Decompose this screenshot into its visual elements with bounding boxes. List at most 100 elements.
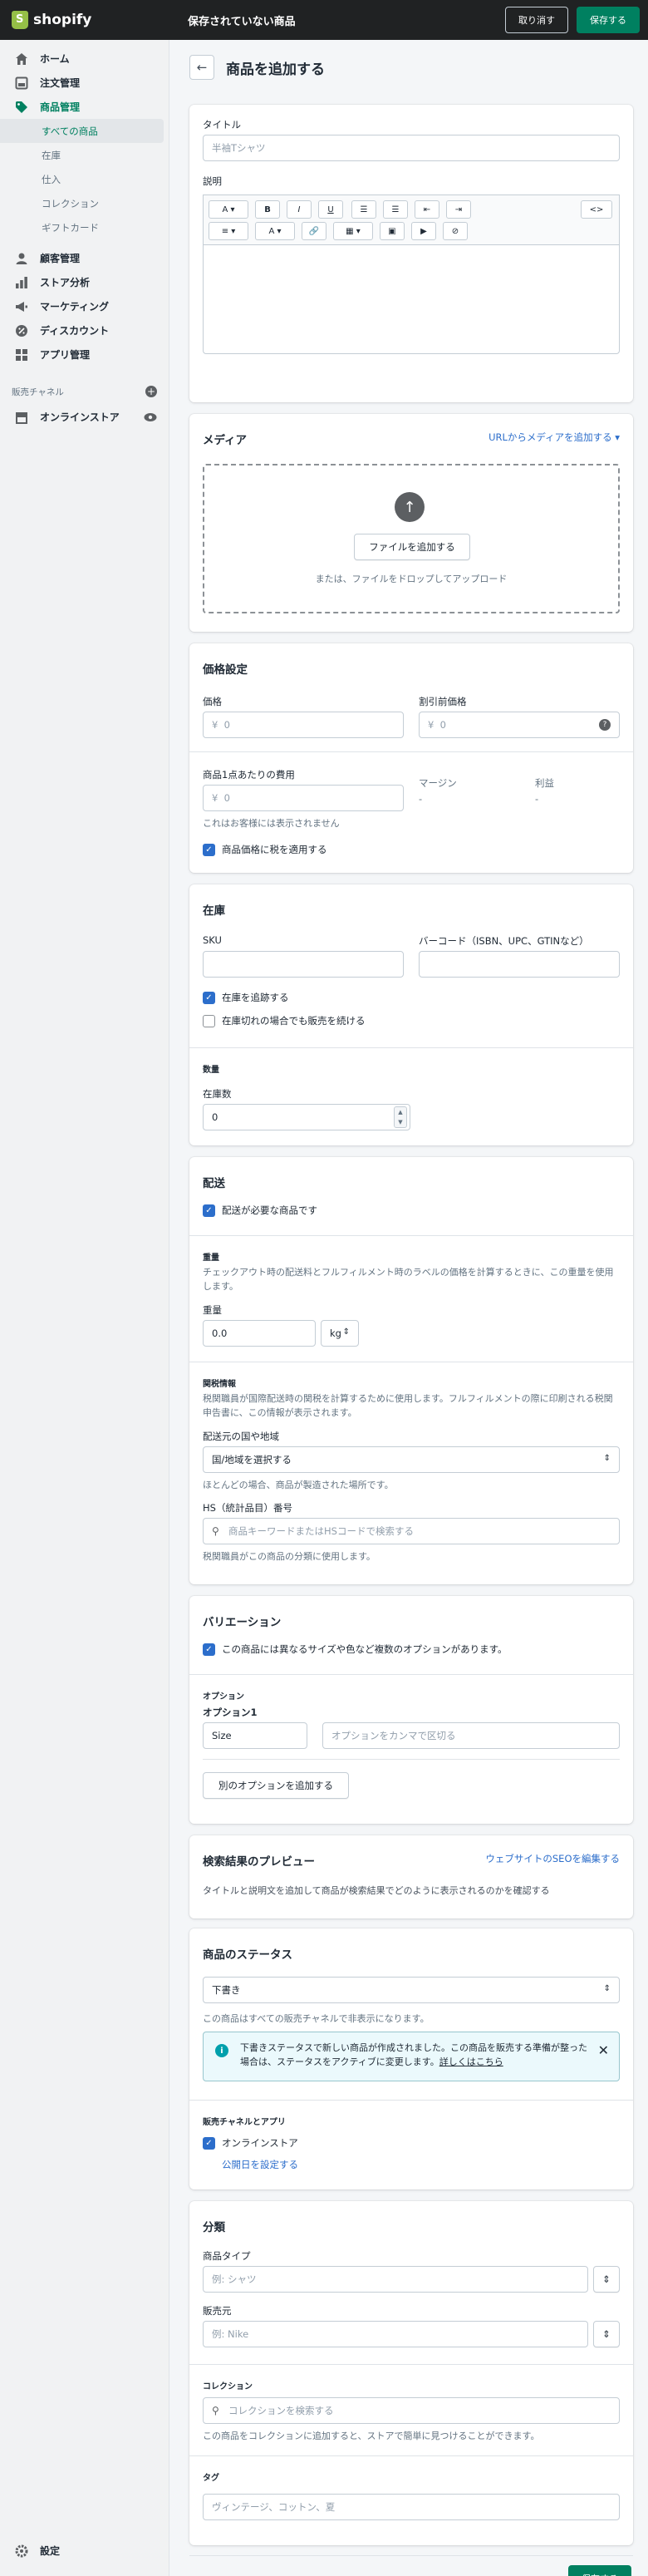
physical-product-checkbox[interactable]: ✓ 配送が必要な商品です: [203, 1204, 317, 1217]
weight-input[interactable]: 0.0: [203, 1320, 316, 1347]
store-icon: [16, 411, 27, 424]
status-select[interactable]: 下書き ⇕: [203, 1977, 620, 2003]
sidebar-item-settings[interactable]: 設定: [0, 2544, 60, 2558]
status-help: この商品はすべての販売チャネルで非表示になります。: [203, 2013, 430, 2024]
continue-selling-checkbox[interactable]: 在庫切れの場合でも販売を続ける: [203, 1014, 366, 1027]
title-card: タイトル 半袖Tシャツ 説明 A ▾ B I U ☰ ☰ ⇤ ⇥ <> ≡ ▾ …: [189, 105, 633, 402]
barcode-input[interactable]: [419, 951, 620, 978]
sidebar-sub-transfers[interactable]: 仕入: [0, 167, 169, 191]
add-media-url-link[interactable]: URLからメディアを追加する ▾: [488, 431, 620, 444]
sidebar-sub-gift-cards[interactable]: ギフトカード: [0, 215, 169, 239]
hs-label: HS（統計品目）番号: [203, 1502, 292, 1514]
clear-format-button[interactable]: ⊘: [443, 222, 468, 240]
sidebar-item-home[interactable]: ホーム: [0, 47, 169, 71]
sidebar-sub-collections[interactable]: コレクション: [0, 191, 169, 215]
title-input[interactable]: 半袖Tシャツ: [203, 135, 620, 161]
eye-icon[interactable]: [144, 412, 157, 422]
hs-search-input[interactable]: ⚲ 商品キーワードまたはHSコードで検索する: [203, 1518, 620, 1544]
text-color-dropdown[interactable]: A ▾: [255, 222, 295, 240]
option1-name-input[interactable]: Size: [203, 1722, 307, 1749]
sidebar-item-marketing[interactable]: マーケティング: [0, 294, 169, 318]
org-divider-2: [189, 2455, 633, 2456]
video-button[interactable]: ▶: [411, 222, 436, 240]
track-quantity-checkbox[interactable]: ✓ 在庫を追跡する: [203, 991, 289, 1004]
indent-button[interactable]: ⇥: [446, 200, 471, 219]
profit-label: 利益: [535, 777, 554, 789]
tags-input[interactable]: ヴィンテージ、コットン、夏: [203, 2494, 620, 2520]
collections-heading: コレクション: [203, 2382, 253, 2391]
back-button[interactable]: ←: [189, 55, 214, 80]
inventory-card: 在庫 SKU バーコード（ISBN、UPC、GTINなど） ✓ 在庫を追跡する 在…: [189, 884, 633, 1145]
sidebar-sub-inventory[interactable]: 在庫: [0, 143, 169, 167]
learn-more-link[interactable]: 詳しくはこちら: [439, 2056, 503, 2067]
save-button-top[interactable]: 保存する: [577, 7, 640, 33]
product-type-select[interactable]: ⇕: [593, 2266, 620, 2293]
add-option-button[interactable]: 別のオプションを追加する: [203, 1772, 349, 1799]
weight-unit-select[interactable]: kg ⇕: [321, 1320, 359, 1347]
multiple-options-checkbox[interactable]: ✓ この商品には異なるサイズや色など複数のオプションがあります。: [203, 1643, 508, 1656]
save-button-bottom[interactable]: 保存する: [568, 2565, 631, 2576]
text-style-dropdown[interactable]: A ▾: [209, 200, 248, 219]
discard-button[interactable]: 取り消す: [505, 7, 568, 33]
vendor-input[interactable]: 例: Nike: [203, 2321, 588, 2347]
image-button[interactable]: ▣: [380, 222, 405, 240]
check-icon: ✓: [203, 2136, 215, 2150]
sku-input[interactable]: [203, 951, 404, 978]
sidebar-item-customers[interactable]: 顧客管理: [0, 246, 169, 270]
price-input[interactable]: ¥ 0: [203, 712, 404, 738]
customs-help: 税関職員が国際配送時の関税を計算するために使用します。フルフィルメントの際に印刷…: [203, 1393, 613, 1418]
marketing-icon: [16, 301, 27, 312]
page-header: ← 商品を追加する: [189, 42, 633, 92]
link-button[interactable]: 🔗: [302, 222, 326, 240]
table-dropdown[interactable]: ▦ ▾: [333, 222, 373, 240]
align-dropdown[interactable]: ≡ ▾: [209, 222, 248, 240]
add-file-button[interactable]: ファイルを追加する: [354, 534, 470, 560]
sidebar-item-products[interactable]: 商品管理: [0, 95, 169, 119]
cost-input[interactable]: ¥ 0: [203, 785, 404, 811]
rich-text-toolbar: A ▾ B I U ☰ ☰ ⇤ ⇥ <> ≡ ▾ A ▾ 🔗 ▦ ▾ ▣ ▶ ⊘: [203, 195, 620, 244]
media-dropzone[interactable]: ↑ ファイルを追加する または、ファイルをドロップしてアップロード: [203, 464, 620, 613]
underline-button[interactable]: U: [318, 200, 343, 219]
option1-values-input[interactable]: オプションをカンマで区切る: [322, 1722, 620, 1749]
html-toggle-button[interactable]: <>: [581, 200, 612, 219]
compare-price-input[interactable]: ¥ 0 ?: [419, 712, 620, 738]
quantity-stepper[interactable]: ▲ ▼: [394, 1106, 407, 1128]
sidebar-item-analytics[interactable]: ストア分析: [0, 270, 169, 294]
help-circle-icon[interactable]: ?: [599, 719, 611, 731]
organization-heading: 分類: [203, 2221, 225, 2234]
options-heading: オプション: [203, 1692, 244, 1702]
bullet-list-button[interactable]: ☰: [351, 200, 376, 219]
title-label: タイトル: [203, 119, 241, 131]
charge-tax-checkbox[interactable]: ✓ 商品価格に税を適用する: [203, 843, 327, 856]
online-store-checkbox[interactable]: ✓ オンラインストア: [203, 2136, 298, 2150]
description-editor[interactable]: [203, 244, 620, 354]
options-divider: [203, 1759, 620, 1760]
italic-button[interactable]: I: [287, 200, 312, 219]
origin-select[interactable]: 国/地域を選択する ⇕: [203, 1446, 620, 1473]
quantity-input[interactable]: 0: [203, 1104, 410, 1130]
sku-label: SKU: [203, 934, 222, 946]
sidebar-item-orders[interactable]: 注文管理: [0, 71, 169, 95]
shopify-logo[interactable]: shopify: [0, 0, 169, 40]
numbered-list-button[interactable]: ☰: [383, 200, 408, 219]
add-channel-icon[interactable]: +: [145, 386, 157, 397]
close-icon[interactable]: ✕: [598, 2042, 609, 2058]
edit-seo-link[interactable]: ウェブサイトのSEOを編集する: [485, 1852, 620, 1865]
origin-label: 配送元の国や地域: [203, 1431, 279, 1442]
sidebar-item-apps[interactable]: アプリ管理: [0, 342, 169, 367]
sidebar-item-online-store[interactable]: オンラインストア: [0, 405, 169, 429]
organization-card: 分類 商品タイプ 例: シャツ ⇕ 販売元 例: Nike ⇕ コレクション ⚲…: [189, 2201, 633, 2545]
weight-heading: 重量: [203, 1254, 219, 1263]
set-publish-date-link[interactable]: 公開日を設定する: [222, 2158, 298, 2171]
tag-icon: [16, 101, 27, 113]
collections-search-input[interactable]: ⚲ コレクションを検索する: [203, 2397, 620, 2424]
sidebar-item-discounts[interactable]: ディスカウント: [0, 318, 169, 342]
product-type-input[interactable]: 例: シャツ: [203, 2266, 588, 2293]
apps-icon: [16, 348, 27, 361]
origin-help: ほとんどの場合、商品が製造された場所です。: [203, 1480, 394, 1490]
sidebar-sub-all-products[interactable]: すべての商品: [0, 119, 164, 143]
outdent-button[interactable]: ⇤: [415, 200, 439, 219]
vendor-select[interactable]: ⇕: [593, 2321, 620, 2347]
footer-divider: [189, 2555, 633, 2556]
bold-button[interactable]: B: [255, 200, 280, 219]
